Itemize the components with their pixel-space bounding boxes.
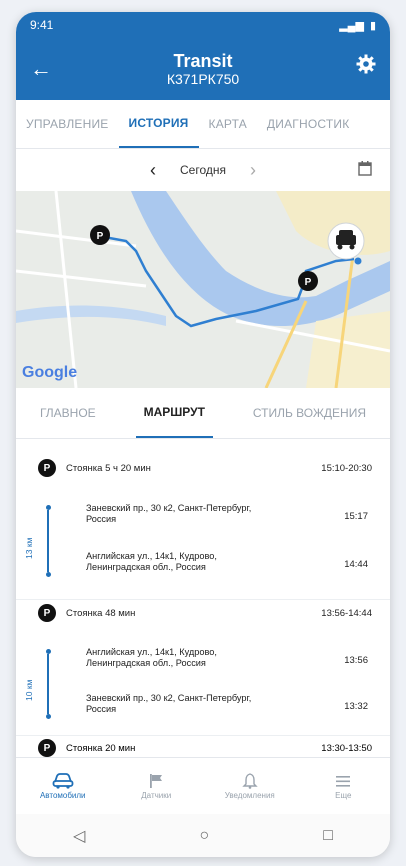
history-subtabs: ГЛАВНОЕ МАРШРУТ СТИЛЬ ВОЖДЕНИЯ <box>16 388 390 439</box>
car-icon <box>52 772 74 791</box>
chevron-left-icon[interactable]: ‹ <box>150 160 156 181</box>
bottom-navigation: Автомобили Датчики Уведомления Еще <box>16 757 390 814</box>
battery-icon: ▮ <box>369 19 376 32</box>
trip-distance: 13 км <box>24 537 34 559</box>
signal-icon: ▂▄▆ <box>339 19 364 32</box>
menu-icon <box>335 773 351 791</box>
subtab-driving-style[interactable]: СТИЛЬ ВОЖДЕНИЯ <box>245 388 374 438</box>
system-back-icon[interactable]: ◁ <box>73 826 85 846</box>
trip-distance-line <box>40 649 56 719</box>
tab-history[interactable]: ИСТОРИЯ <box>118 100 199 148</box>
stop-time: 15:10-20:30 <box>321 462 372 474</box>
gear-icon[interactable] <box>356 54 376 79</box>
bell-icon <box>242 772 258 791</box>
stop-label: Стоянка 5 ч 20 мин <box>66 462 151 474</box>
nav-label: Датчики <box>141 790 172 800</box>
nav-label: Автомобили <box>39 790 86 800</box>
nav-vehicles[interactable]: Автомобили <box>23 772 103 800</box>
list-item[interactable]: P Стоянка 20 мин 13:30-13:50 <box>16 737 390 759</box>
status-time: 9:41 <box>30 18 54 32</box>
google-logo: Google <box>22 364 77 381</box>
nav-notifications[interactable]: Уведомления <box>210 772 290 800</box>
trip-from-address: Английская ул., 14к1, Кудрово, Ленинград… <box>86 647 217 669</box>
nav-more[interactable]: Еще <box>303 773 383 800</box>
trip-to-address: Английская ул., 14к1, Кудрово, Ленинград… <box>86 551 217 573</box>
title-box: Transit К371РК750 <box>167 51 239 88</box>
parking-pin-icon: P <box>38 604 56 622</box>
tab-control[interactable]: УПРАВЛЕНИЕ <box>16 100 119 148</box>
svg-text:P: P <box>305 277 312 288</box>
list-item[interactable]: P Стоянка 48 мин 13:56-14:44 <box>16 602 390 624</box>
subtab-route[interactable]: МАРШРУТ <box>135 388 213 438</box>
trip-to-address: Заневский пр., 30 к2, Санкт-Петербург, Р… <box>86 693 252 715</box>
date-label: Сегодня <box>180 163 226 177</box>
list-item[interactable]: P Стоянка 5 ч 20 мин 15:10-20:30 <box>16 457 390 479</box>
trip-to-time: 14:44 <box>344 559 368 570</box>
system-navigation-bar: ◁ ○ □ <box>16 814 390 857</box>
trip-to-time: 13:32 <box>344 701 368 712</box>
vehicle-plate: К371РК750 <box>166 71 240 88</box>
stop-time: 13:30-13:50 <box>321 742 372 754</box>
parking-pin-middle[interactable]: P <box>298 271 318 291</box>
stop-label: Стоянка 20 мин <box>66 742 136 754</box>
parking-pin-icon: P <box>38 459 56 477</box>
status-icons: ▂▄▆ ▮ <box>339 19 376 32</box>
status-bar: 9:41 ▂▄▆ ▮ <box>16 12 390 38</box>
tab-diagnostics[interactable]: ДИАГНОСТИК <box>257 100 359 148</box>
trip-from-address: Заневский пр., 30 к2, Санкт-Петербург, Р… <box>86 503 252 525</box>
trip-distance-line <box>40 505 56 577</box>
calendar-icon[interactable] <box>358 161 372 179</box>
tab-map[interactable]: КАРТА <box>199 100 257 148</box>
nav-label: Уведомления <box>224 790 275 800</box>
system-recents-icon[interactable]: □ <box>323 827 333 845</box>
nav-sensors[interactable]: Датчики <box>116 773 196 800</box>
phone-screen: 9:41 ▂▄▆ ▮ ← Transit К371РК750 УПРАВЛЕНИ… <box>16 12 390 857</box>
parking-pin-start[interactable]: P <box>90 225 110 245</box>
main-tabs: УПРАВЛЕНИЕ ИСТОРИЯ КАРТА ДИАГНОСТИК <box>16 100 390 149</box>
stop-time: 13:56-14:44 <box>321 607 372 619</box>
stop-label: Стоянка 48 мин <box>66 607 136 619</box>
route-list: P Стоянка 5 ч 20 мин 15:10-20:30 13 км З… <box>16 439 390 744</box>
trip-from-time: 15:17 <box>344 511 368 522</box>
route-map[interactable]: P P Google <box>16 191 390 388</box>
app-bar: ← Transit К371РК750 <box>16 38 390 100</box>
date-selector: ‹ Сегодня › <box>16 149 390 191</box>
back-arrow-icon[interactable]: ← <box>30 56 52 82</box>
svg-text:P: P <box>97 231 104 242</box>
flag-icon <box>148 773 164 791</box>
trip-distance: 10 км <box>24 679 34 701</box>
trip-from-time: 13:56 <box>344 655 368 666</box>
subtab-main[interactable]: ГЛАВНОЕ <box>32 388 104 438</box>
vehicle-title: Transit <box>173 50 233 71</box>
nav-label: Еще <box>335 790 352 800</box>
parking-pin-icon: P <box>38 739 56 757</box>
system-home-icon[interactable]: ○ <box>199 827 209 845</box>
map-canvas: P P Google <box>16 191 390 388</box>
chevron-right-icon[interactable]: › <box>250 160 256 181</box>
